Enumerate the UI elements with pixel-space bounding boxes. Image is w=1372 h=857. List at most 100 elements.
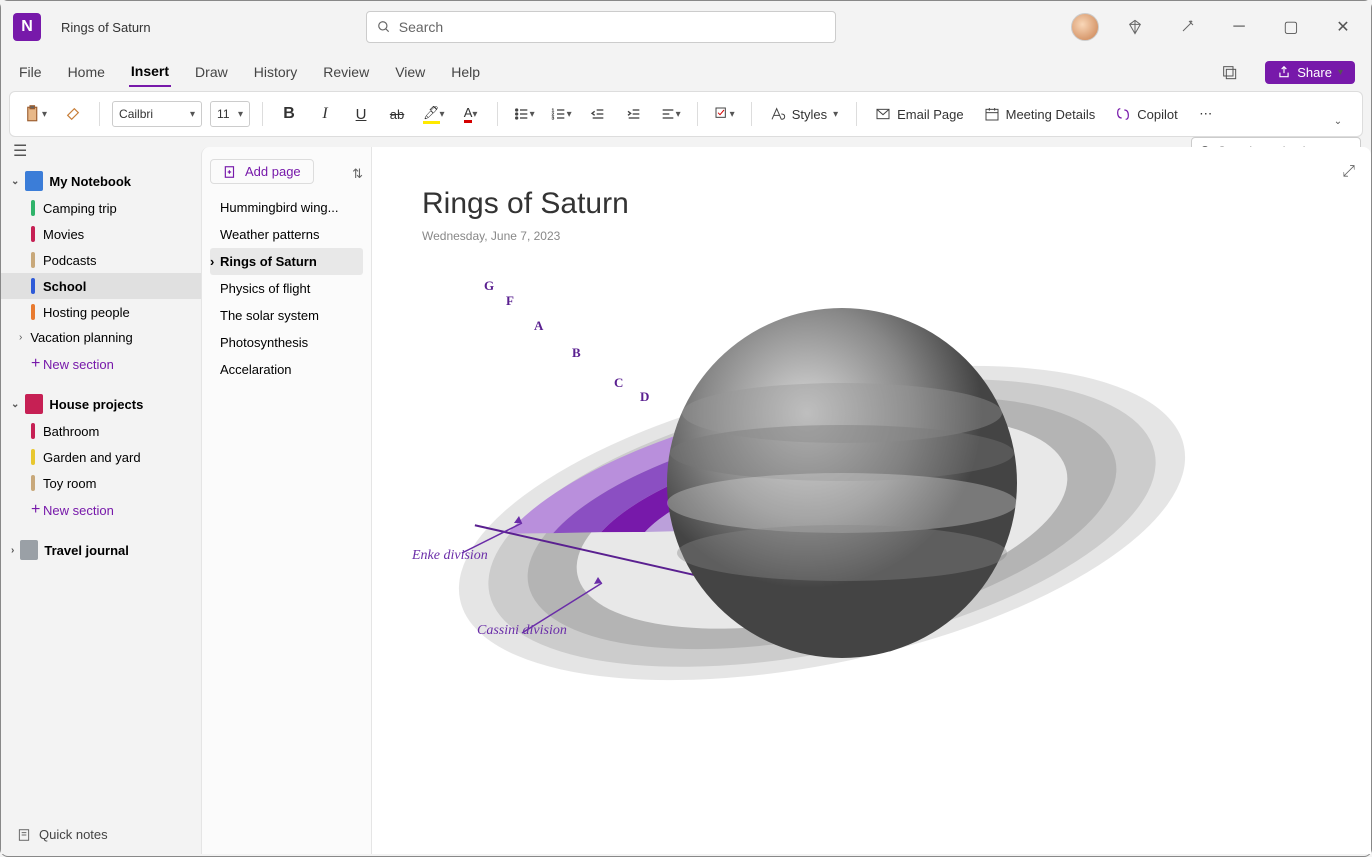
ribbon-toolbar: ▾ Cailbri▾ 11▾ B I U ab 🖊▾ A▾ ▾ 123▾ ▾ ▾… xyxy=(9,91,1363,137)
ring-label-g: G xyxy=(484,278,494,294)
plus-icon: + xyxy=(31,501,35,519)
bold-button[interactable]: B xyxy=(275,99,303,129)
section-movies[interactable]: Movies xyxy=(1,221,201,247)
page-physics-of-flight[interactable]: Physics of flight xyxy=(210,275,363,302)
window-title: Rings of Saturn xyxy=(61,20,151,35)
open-new-window-icon[interactable] xyxy=(1215,57,1243,87)
note-date: Wednesday, June 7, 2023 xyxy=(422,229,1321,243)
section-garden-and-yard[interactable]: Garden and yard xyxy=(1,444,201,470)
italic-button[interactable]: I xyxy=(311,99,339,129)
font-size-select[interactable]: 11▾ xyxy=(210,101,250,127)
section-camping-trip[interactable]: Camping trip xyxy=(1,195,201,221)
sort-icon[interactable]: ⇅ xyxy=(352,166,363,182)
annotation-cassini: Cassini division xyxy=(477,623,567,639)
tags-button[interactable]: ▾ xyxy=(710,99,739,129)
numbering-button[interactable]: 123▾ xyxy=(547,99,576,129)
section-bathroom[interactable]: Bathroom xyxy=(1,418,201,444)
copilot-button[interactable]: Copilot xyxy=(1109,106,1183,122)
ring-label-f: F xyxy=(506,293,514,309)
chevron-down-icon: ▾ xyxy=(1338,67,1343,78)
search-placeholder: Search xyxy=(399,19,443,35)
search-icon xyxy=(377,20,391,34)
ribbon-expand-icon[interactable]: ⌄ xyxy=(1324,106,1352,136)
share-button[interactable]: Share ▾ xyxy=(1265,61,1355,84)
more-button[interactable]: ⋯ xyxy=(1192,99,1220,129)
font-name-select[interactable]: Cailbri▾ xyxy=(112,101,202,127)
chevron-down-icon: ⌄ xyxy=(11,399,19,410)
maximize-button[interactable]: ▢ xyxy=(1275,11,1307,43)
sparkle-icon[interactable] xyxy=(1171,11,1203,43)
chevron-right-icon: › xyxy=(19,332,22,343)
page-rings-of-saturn[interactable]: Rings of Saturn xyxy=(210,248,363,275)
page-accelaration[interactable]: Accelaration xyxy=(210,356,363,383)
section-podcasts[interactable]: Podcasts xyxy=(1,247,201,273)
ring-label-c: C xyxy=(614,375,623,391)
menu-history[interactable]: History xyxy=(252,58,300,86)
plus-icon: + xyxy=(31,355,35,373)
page-solar-system[interactable]: The solar system xyxy=(210,302,363,329)
bullets-button[interactable]: ▾ xyxy=(510,99,539,129)
font-color-button[interactable]: A▾ xyxy=(457,99,485,129)
diamond-icon[interactable] xyxy=(1119,11,1151,43)
menu-bar: File Home Insert Draw History Review Vie… xyxy=(1,53,1371,91)
menu-view[interactable]: View xyxy=(393,58,427,86)
styles-button[interactable]: Styles▾ xyxy=(764,106,844,122)
email-page-button[interactable]: Email Page xyxy=(869,106,969,122)
saturn-illustration: G F A B C D Enke division Cassini divisi… xyxy=(422,263,1222,763)
hamburger-icon[interactable]: ☰ xyxy=(13,141,27,161)
notebook-icon xyxy=(25,171,43,191)
title-bar: N Rings of Saturn Search ─ ▢ ✕ xyxy=(1,1,1371,53)
page-weather-patterns[interactable]: Weather patterns xyxy=(210,221,363,248)
expand-icon[interactable]: ⤢ xyxy=(1342,163,1355,181)
indent-button[interactable] xyxy=(620,99,648,129)
ring-label-a: A xyxy=(534,318,543,334)
window-controls: ─ ▢ ✕ xyxy=(1071,11,1359,43)
notebook-icon xyxy=(25,394,43,414)
section-school[interactable]: School xyxy=(1,273,201,299)
notebook-panel: ⌄ My Notebook Camping trip Movies Podcas… xyxy=(1,137,201,854)
align-button[interactable]: ▾ xyxy=(656,99,685,129)
annotation-enke: Enke division xyxy=(412,548,488,564)
new-section-button[interactable]: +New section xyxy=(1,496,201,524)
meeting-details-button[interactable]: Meeting Details xyxy=(978,106,1102,122)
notebook-house-projects[interactable]: ⌄ House projects xyxy=(1,390,201,418)
user-avatar[interactable] xyxy=(1071,13,1099,41)
note-icon xyxy=(17,828,31,842)
format-painter-button[interactable] xyxy=(59,99,87,129)
page-photosynthesis[interactable]: Photosynthesis xyxy=(210,329,363,356)
close-button[interactable]: ✕ xyxy=(1327,11,1359,43)
share-label: Share xyxy=(1297,65,1332,80)
note-title[interactable]: Rings of Saturn xyxy=(422,187,1321,221)
share-icon xyxy=(1277,65,1291,79)
menu-review[interactable]: Review xyxy=(321,58,371,86)
email-icon xyxy=(875,106,891,122)
menu-file[interactable]: File xyxy=(17,58,44,86)
search-box[interactable]: Search xyxy=(366,11,836,43)
highlight-button[interactable]: 🖊▾ xyxy=(419,99,449,129)
underline-button[interactable]: U xyxy=(347,99,375,129)
chevron-down-icon: ⌄ xyxy=(11,176,19,187)
section-vacation-planning[interactable]: ›Vacation planning xyxy=(1,325,201,350)
menu-insert[interactable]: Insert xyxy=(129,57,171,87)
ring-label-b: B xyxy=(572,345,581,361)
styles-icon xyxy=(770,106,786,122)
outdent-button[interactable] xyxy=(584,99,612,129)
section-hosting-people[interactable]: Hosting people xyxy=(1,299,201,325)
page-hummingbird[interactable]: Hummingbird wing... xyxy=(210,194,363,221)
section-toy-room[interactable]: Toy room xyxy=(1,470,201,496)
menu-home[interactable]: Home xyxy=(66,58,107,86)
notebook-my-notebook[interactable]: ⌄ My Notebook xyxy=(1,167,201,195)
quick-notes-button[interactable]: Quick notes xyxy=(17,827,108,842)
new-section-button[interactable]: +New section xyxy=(1,350,201,378)
chevron-right-icon: › xyxy=(11,545,14,556)
note-canvas[interactable]: ⤢ Rings of Saturn Wednesday, June 7, 202… xyxy=(371,147,1371,854)
add-page-button[interactable]: Add page xyxy=(210,159,314,184)
notebook-travel-journal[interactable]: › Travel journal xyxy=(1,536,201,564)
menu-draw[interactable]: Draw xyxy=(193,58,230,86)
minimize-button[interactable]: ─ xyxy=(1223,11,1255,43)
menu-help[interactable]: Help xyxy=(449,58,482,86)
app-icon: N xyxy=(13,13,41,41)
strikethrough-button[interactable]: ab xyxy=(383,99,411,129)
paste-button[interactable]: ▾ xyxy=(20,99,51,129)
pages-panel: Add page ⇅ Hummingbird wing... Weather p… xyxy=(201,147,371,854)
